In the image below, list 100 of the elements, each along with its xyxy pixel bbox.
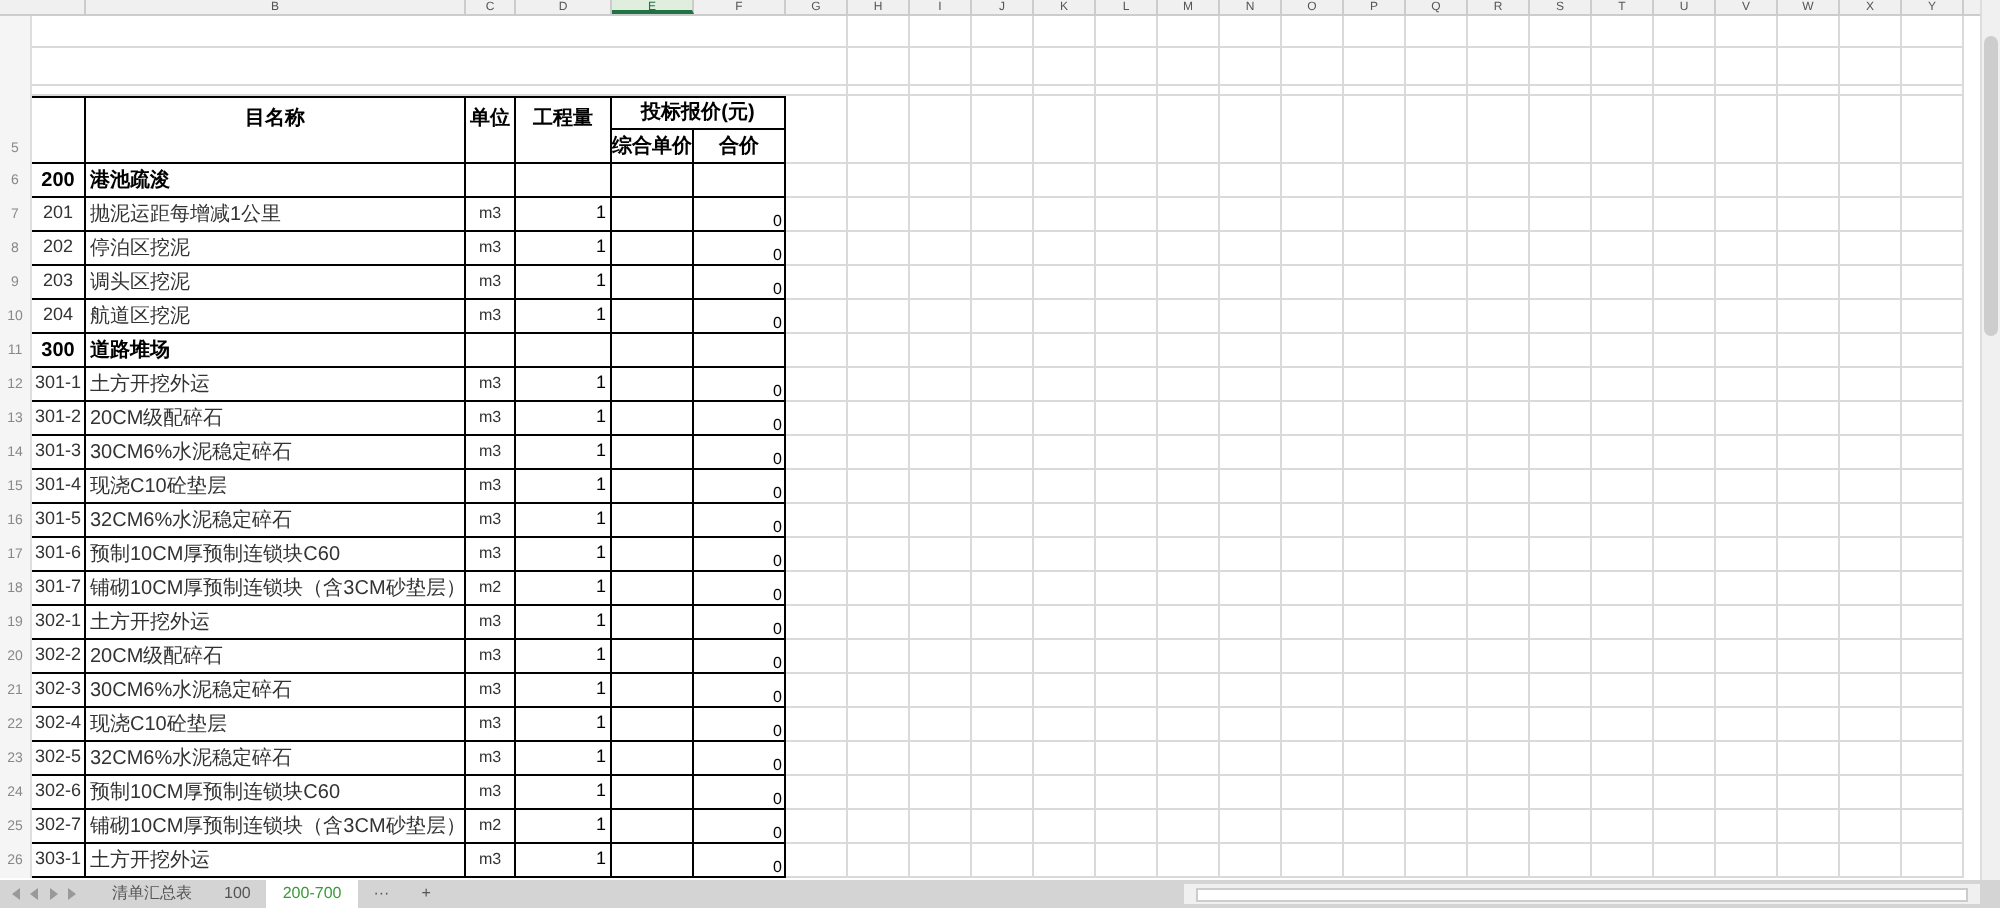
table-cell [516,334,612,368]
table-cell: 0 [694,674,786,708]
horizontal-scrollbar[interactable] [1184,884,1980,904]
table-cell: m3 [466,402,516,436]
sheet-tab[interactable]: ··· [357,880,406,908]
table-cell: 302-4 [32,708,86,742]
table-cell: 调头区挖泥 [86,266,466,300]
table-cell: m2 [466,810,516,844]
sheet-tab[interactable]: 清单汇总表 [96,880,208,908]
table-cell: 30CM6%水泥稳定碎石 [86,674,466,708]
table-cell: 现浇C10砼垫层 [86,470,466,504]
table-cell: 道路堆场 [86,334,466,368]
table-cell [612,776,694,810]
table-cell: 301-4 [32,470,86,504]
table-cell: m3 [466,674,516,708]
table-cell: m3 [466,640,516,674]
table-cell: 301-5 [32,504,86,538]
table-cell: 1 [516,504,612,538]
table-cell: 30CM6%水泥稳定碎石 [86,436,466,470]
table-cell [612,266,694,300]
table-cell [612,300,694,334]
table-cell: 303-1 [32,844,86,878]
table-cell: 1 [516,368,612,402]
table-cell: 201 [32,198,86,232]
header-cell: 目名称 [86,96,466,164]
table-cell: m3 [466,232,516,266]
table-cell: 0 [694,742,786,776]
table-cell: 1 [516,266,612,300]
sheet-tab[interactable]: 200-700 [266,880,358,908]
table-cell: 302-5 [32,742,86,776]
table-cell [612,164,694,198]
table-cell: 301-1 [32,368,86,402]
table-cell: 0 [694,844,786,878]
table-cell: 土方开挖外运 [86,844,466,878]
header-cell: 综合单价 [612,130,694,164]
table-cell: 航道区挖泥 [86,300,466,334]
table-cell: 1 [516,640,612,674]
table-cell: 301-3 [32,436,86,470]
table-cell: 1 [516,436,612,470]
table-cell: 现浇C10砼垫层 [86,708,466,742]
table-cell [612,436,694,470]
table-cell: m3 [466,436,516,470]
table-cell: 0 [694,402,786,436]
table-cell: 20CM级配碎石 [86,640,466,674]
sheet-navigation-icon[interactable] [8,886,80,902]
table-cell [612,742,694,776]
table-cell: 300 [32,334,86,368]
sheet-tab[interactable]: 100 [208,880,267,908]
table-cell: m3 [466,300,516,334]
scroll-thumb[interactable] [1984,36,1998,336]
table-cell: 32CM6%水泥稳定碎石 [86,742,466,776]
scroll-thumb[interactable] [1196,887,1968,901]
table-cell: 32CM6%水泥稳定碎石 [86,504,466,538]
table-cell: 1 [516,844,612,878]
table-cell: 0 [694,708,786,742]
table-cell: 预制10CM厚预制连锁块C60 [86,776,466,810]
table-cell: 202 [32,232,86,266]
table-cell: 200 [32,164,86,198]
header-cell: 合价 [694,130,786,164]
table-cell [612,470,694,504]
table-cell [612,640,694,674]
table-cell: 铺砌10CM厚预制连锁块（含3CM砂垫层） [86,572,466,606]
table-cell [612,810,694,844]
table-cell: 1 [516,402,612,436]
table-cell: m3 [466,470,516,504]
table-cell: 302-2 [32,640,86,674]
table-cell: 1 [516,538,612,572]
table-cell [612,606,694,640]
table-cell: 203 [32,266,86,300]
header-cell: 投标报价(元) [612,96,786,130]
table-cell: 0 [694,266,786,300]
table-cell: 港池疏浚 [86,164,466,198]
table-cell: 土方开挖外运 [86,368,466,402]
table-cell: 301-6 [32,538,86,572]
table-cell: 1 [516,300,612,334]
table-cell: 302-1 [32,606,86,640]
table-cell [612,708,694,742]
table-cell: 301-7 [32,572,86,606]
table-cell [694,164,786,198]
table-cell [612,538,694,572]
table-cell: m3 [466,504,516,538]
table-cell: 302-7 [32,810,86,844]
table-cell [612,844,694,878]
table-cell: 0 [694,300,786,334]
table-cell: 1 [516,810,612,844]
table-cell: 0 [694,504,786,538]
table-cell: 0 [694,810,786,844]
table-cell: m3 [466,266,516,300]
sheet-tab[interactable]: + [405,880,447,908]
table-cell: 1 [516,674,612,708]
table-cell: m3 [466,538,516,572]
table-cell: 0 [694,538,786,572]
table-cell: 0 [694,232,786,266]
vertical-scrollbar[interactable] [1980,0,2000,880]
table-cell [612,368,694,402]
table-cell [612,232,694,266]
table-cell [516,164,612,198]
table-cell: m2 [466,572,516,606]
table-cell: m3 [466,198,516,232]
table-cell: m3 [466,742,516,776]
